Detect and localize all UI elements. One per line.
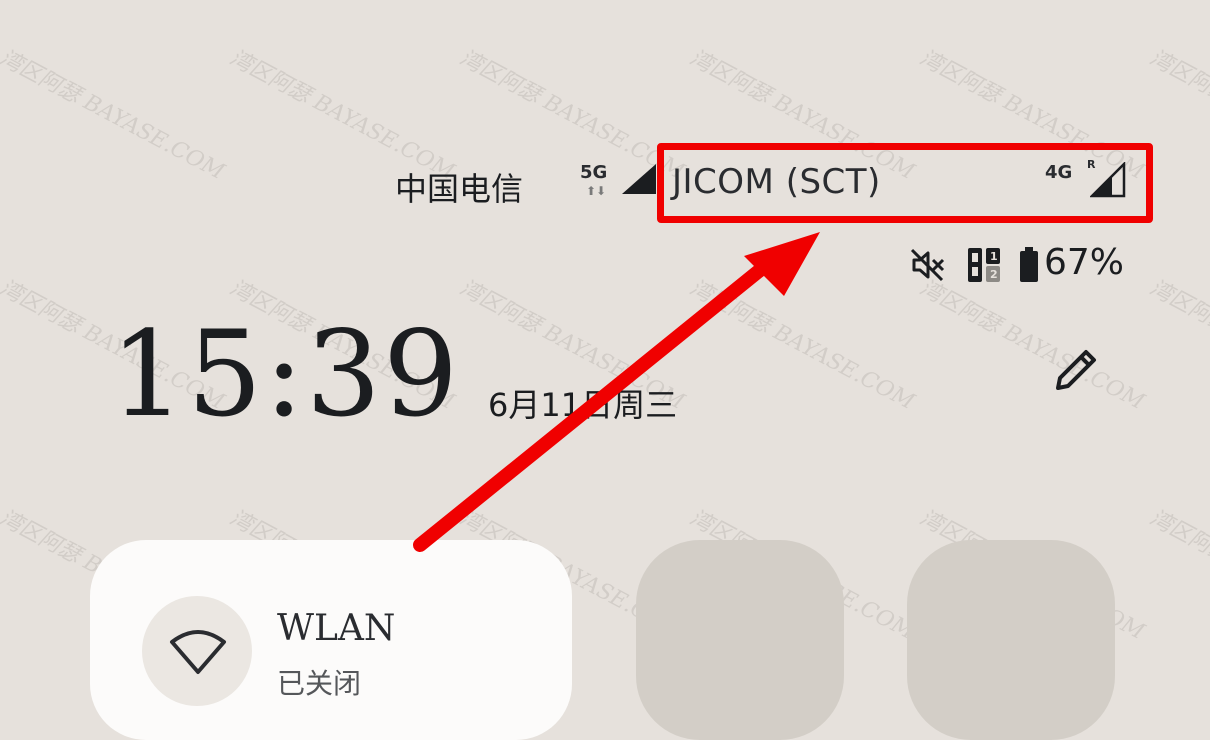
dual-sim-icon: 1 2 xyxy=(966,246,1002,288)
svg-text:1: 1 xyxy=(990,250,998,263)
annotation-highlight-box xyxy=(657,143,1153,223)
clock-time[interactable]: 15:39 xyxy=(110,305,460,443)
watermark-text: 湾区阿瑟 BAYASE.COM xyxy=(1145,505,1210,645)
quick-settings-tile[interactable] xyxy=(907,540,1115,740)
svg-text:2: 2 xyxy=(990,268,998,281)
watermark-text: 湾区阿瑟 BAYASE.COM xyxy=(1145,275,1210,415)
watermark-text: 湾区阿瑟 BAYASE.COM xyxy=(685,275,919,415)
carrier-1-name: 中国电信 xyxy=(395,170,524,208)
wlan-tile[interactable]: WLAN 已关闭 xyxy=(90,540,572,740)
mute-icon xyxy=(910,248,946,286)
wlan-icon-container xyxy=(142,596,252,706)
battery-icon xyxy=(1018,246,1040,288)
wifi-icon xyxy=(168,626,228,680)
network-type-1: 5G ⬆⬇ xyxy=(580,162,620,202)
wlan-tile-title: WLAN xyxy=(277,608,396,649)
quick-settings-tile[interactable] xyxy=(636,540,844,740)
signal-icon xyxy=(620,162,658,200)
wlan-tile-status: 已关闭 xyxy=(277,667,362,700)
data-activity-icon: ⬆⬇ xyxy=(586,184,607,198)
battery-percentage: 67% xyxy=(1044,242,1125,283)
watermark-text: 湾区阿瑟 BAYASE.COM xyxy=(915,275,1149,415)
network-type-1-label: 5G xyxy=(580,162,608,183)
pencil-icon[interactable] xyxy=(1050,344,1102,400)
status-icons: 1 2 67% xyxy=(0,240,1210,290)
clock-date[interactable]: 6月11日周三 xyxy=(488,380,677,426)
